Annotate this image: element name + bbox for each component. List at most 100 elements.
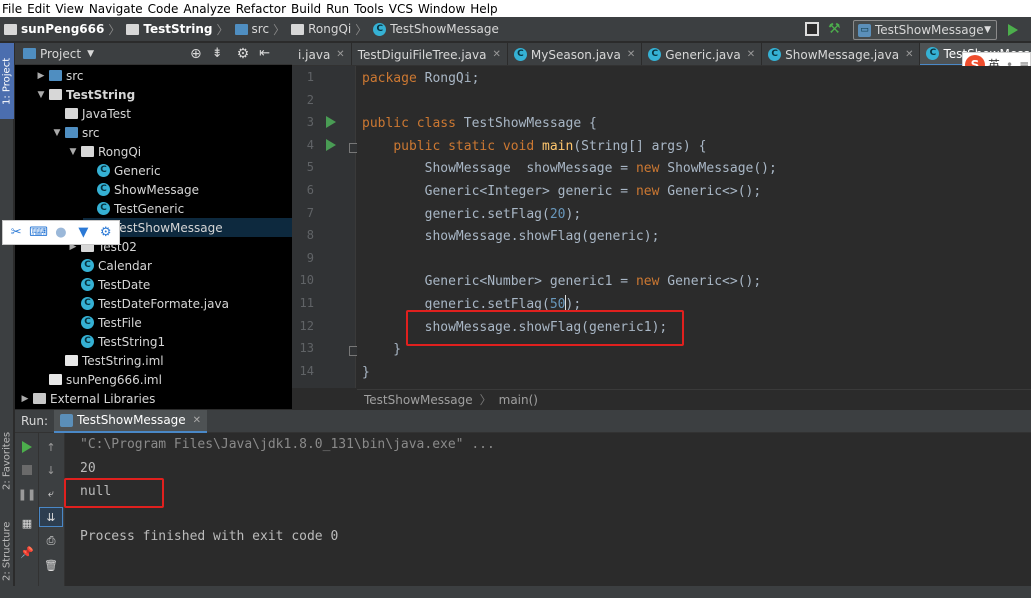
- project-panel-header: Project ▼ ⊕ ⇟ ⚙ ⇤: [15, 43, 292, 65]
- class-icon: C: [81, 335, 94, 348]
- editor-tab[interactable]: TestDiguiFileTree.java ✕: [352, 43, 508, 65]
- shirt-icon[interactable]: ▼: [75, 225, 91, 241]
- editor-tabs: i.java ✕ TestDiguiFileTree.java ✕ C MySeason.…: [292, 43, 1031, 66]
- layout-icon[interactable]: ▦: [15, 513, 39, 533]
- close-icon[interactable]: ✕: [627, 49, 635, 60]
- scissors-icon[interactable]: ✂: [8, 225, 24, 241]
- gear-icon[interactable]: ⚙: [98, 225, 114, 241]
- editor-tab[interactable]: C MySeason.java ✕: [508, 43, 643, 65]
- run-configuration-select[interactable]: ▭ TestShowMessage ▼: [853, 20, 997, 40]
- collapsed-arrow-icon[interactable]: ▶: [19, 394, 31, 404]
- gear-icon[interactable]: ⚙: [237, 46, 250, 62]
- rerun-icon[interactable]: [15, 437, 39, 457]
- tree-item[interactable]: C TestDateFormate.java: [67, 294, 292, 313]
- user-icon[interactable]: ●: [53, 225, 69, 241]
- run-gutter-icon[interactable]: [326, 138, 336, 151]
- menu-item-analyze[interactable]: Analyze: [181, 2, 233, 16]
- menu-item-edit[interactable]: Edit: [25, 2, 53, 16]
- tree-item[interactable]: C Calendar: [67, 256, 292, 275]
- breadcrumb-class[interactable]: TestShowMessage: [364, 393, 473, 407]
- breadcrumb-module[interactable]: TestString: [122, 17, 214, 42]
- project-tool-tab[interactable]: 1: Project: [0, 43, 14, 119]
- collapsed-arrow-icon[interactable]: ▶: [35, 71, 47, 81]
- pin-icon[interactable]: 📌: [15, 542, 39, 562]
- folder-blue-icon: [49, 70, 62, 81]
- tree-item[interactable]: ▶ External Libraries: [19, 389, 292, 408]
- menu-item-run[interactable]: Run: [324, 2, 352, 16]
- menu-item-build[interactable]: Build: [289, 2, 324, 16]
- menu-item-vcs[interactable]: VCS: [387, 2, 416, 16]
- tree-item[interactable]: JavaTest: [51, 104, 292, 123]
- tree-item[interactable]: ▼ RongQi: [67, 142, 292, 161]
- build-hammer-icon[interactable]: ⚒: [828, 21, 841, 37]
- console-output[interactable]: "C:\Program Files\Java\jdk1.8.0_131\bin\…: [66, 433, 1031, 586]
- hide-icon[interactable]: ⇤: [259, 46, 270, 61]
- trash-icon[interactable]: 🗑: [39, 555, 63, 575]
- editor-tab[interactable]: C Generic.java ✕: [642, 43, 763, 65]
- tree-item[interactable]: ▼ src: [51, 123, 292, 142]
- breadcrumb-project[interactable]: sunPeng666: [0, 17, 106, 42]
- close-icon[interactable]: ✕: [493, 49, 501, 60]
- project-view-selector[interactable]: Project: [40, 47, 81, 61]
- tree-item[interactable]: sunPeng666.iml: [35, 370, 292, 389]
- tree-item[interactable]: ▶ src: [35, 66, 292, 85]
- tree-item[interactable]: C Generic: [83, 161, 292, 180]
- editor-tab[interactable]: i.java ✕: [292, 43, 352, 65]
- line-number: 5: [306, 160, 314, 175]
- expanded-arrow-icon[interactable]: ▼: [35, 90, 47, 100]
- menu-item-help[interactable]: Help: [468, 2, 500, 16]
- menu-item-refactor[interactable]: Refactor: [234, 2, 289, 16]
- class-icon: ▭: [858, 23, 871, 37]
- tree-item[interactable]: TestString.iml: [51, 351, 292, 370]
- menu-item-file[interactable]: File: [0, 2, 25, 16]
- breadcrumb-method[interactable]: main(): [499, 393, 538, 407]
- menu-item-window[interactable]: Window: [416, 2, 468, 16]
- menu-item-code[interactable]: Code: [146, 2, 182, 16]
- breadcrumb-src[interactable]: src: [231, 17, 272, 42]
- collapse-all-icon[interactable]: ⇟: [212, 46, 223, 61]
- debug-layout-icon[interactable]: [805, 22, 819, 36]
- breadcrumb-class[interactable]: C TestShowMessage: [369, 17, 501, 42]
- menu-bar: File Edit View Navigate Code Analyze Refactor B…: [0, 0, 1031, 17]
- tree-item[interactable]: C TestGeneric: [83, 199, 292, 218]
- menu-item-navigate[interactable]: Navigate: [87, 2, 146, 16]
- soft-wrap-icon[interactable]: ⤶: [39, 484, 63, 504]
- expanded-arrow-icon[interactable]: ▼: [67, 147, 79, 157]
- tree-item[interactable]: ▼ TestString: [35, 85, 292, 104]
- folder-icon: [234, 23, 248, 35]
- keyboard-icon[interactable]: ⌨: [29, 225, 48, 241]
- close-icon[interactable]: ✕: [336, 49, 344, 60]
- breadcrumb-package[interactable]: RongQi: [287, 17, 353, 42]
- folder-icon: [126, 23, 140, 35]
- menu-item-tools[interactable]: Tools: [352, 2, 387, 16]
- tree-item[interactable]: C TestString1: [67, 332, 292, 351]
- tree-item[interactable]: C TestDate: [67, 275, 292, 294]
- run-gutter-icon[interactable]: [326, 116, 336, 129]
- editor-tab[interactable]: C ShowMessage.java ✕: [762, 43, 921, 65]
- tree-item[interactable]: C TestFile: [67, 313, 292, 332]
- expanded-arrow-icon[interactable]: ▼: [51, 128, 63, 138]
- stop-icon[interactable]: [15, 460, 39, 480]
- tree-item-label: Calendar: [98, 258, 152, 273]
- menu-item-view[interactable]: View: [53, 2, 86, 16]
- favorites-tool-tab[interactable]: 2: Favorites: [0, 421, 14, 501]
- close-icon[interactable]: ✕: [193, 415, 201, 426]
- close-icon[interactable]: ✕: [905, 49, 913, 60]
- scroll-to-end-icon[interactable]: ⇊: [39, 507, 63, 527]
- class-icon: C: [81, 278, 94, 291]
- tree-item-label: ShowMessage: [114, 182, 199, 197]
- run-button[interactable]: [1008, 24, 1018, 36]
- run-config-icon: [60, 413, 74, 427]
- left-tool-stripe: 1: Project 2: Favorites 2: Structure: [0, 43, 14, 598]
- class-icon: C: [513, 48, 527, 61]
- structure-tool-tab[interactable]: 2: Structure: [0, 511, 14, 591]
- print-icon[interactable]: ⎙: [39, 531, 63, 551]
- close-icon[interactable]: ✕: [747, 49, 755, 60]
- chevron-down-icon[interactable]: ▼: [87, 49, 94, 59]
- down-arrow-icon[interactable]: ↓: [39, 460, 63, 480]
- locate-icon[interactable]: ⊕: [190, 46, 202, 62]
- tree-item[interactable]: C ShowMessage: [83, 180, 292, 199]
- up-arrow-icon[interactable]: ↑: [39, 437, 63, 457]
- run-tab[interactable]: TestShowMessage ✕: [54, 409, 208, 433]
- pause-icon[interactable]: ❚❚: [15, 484, 39, 504]
